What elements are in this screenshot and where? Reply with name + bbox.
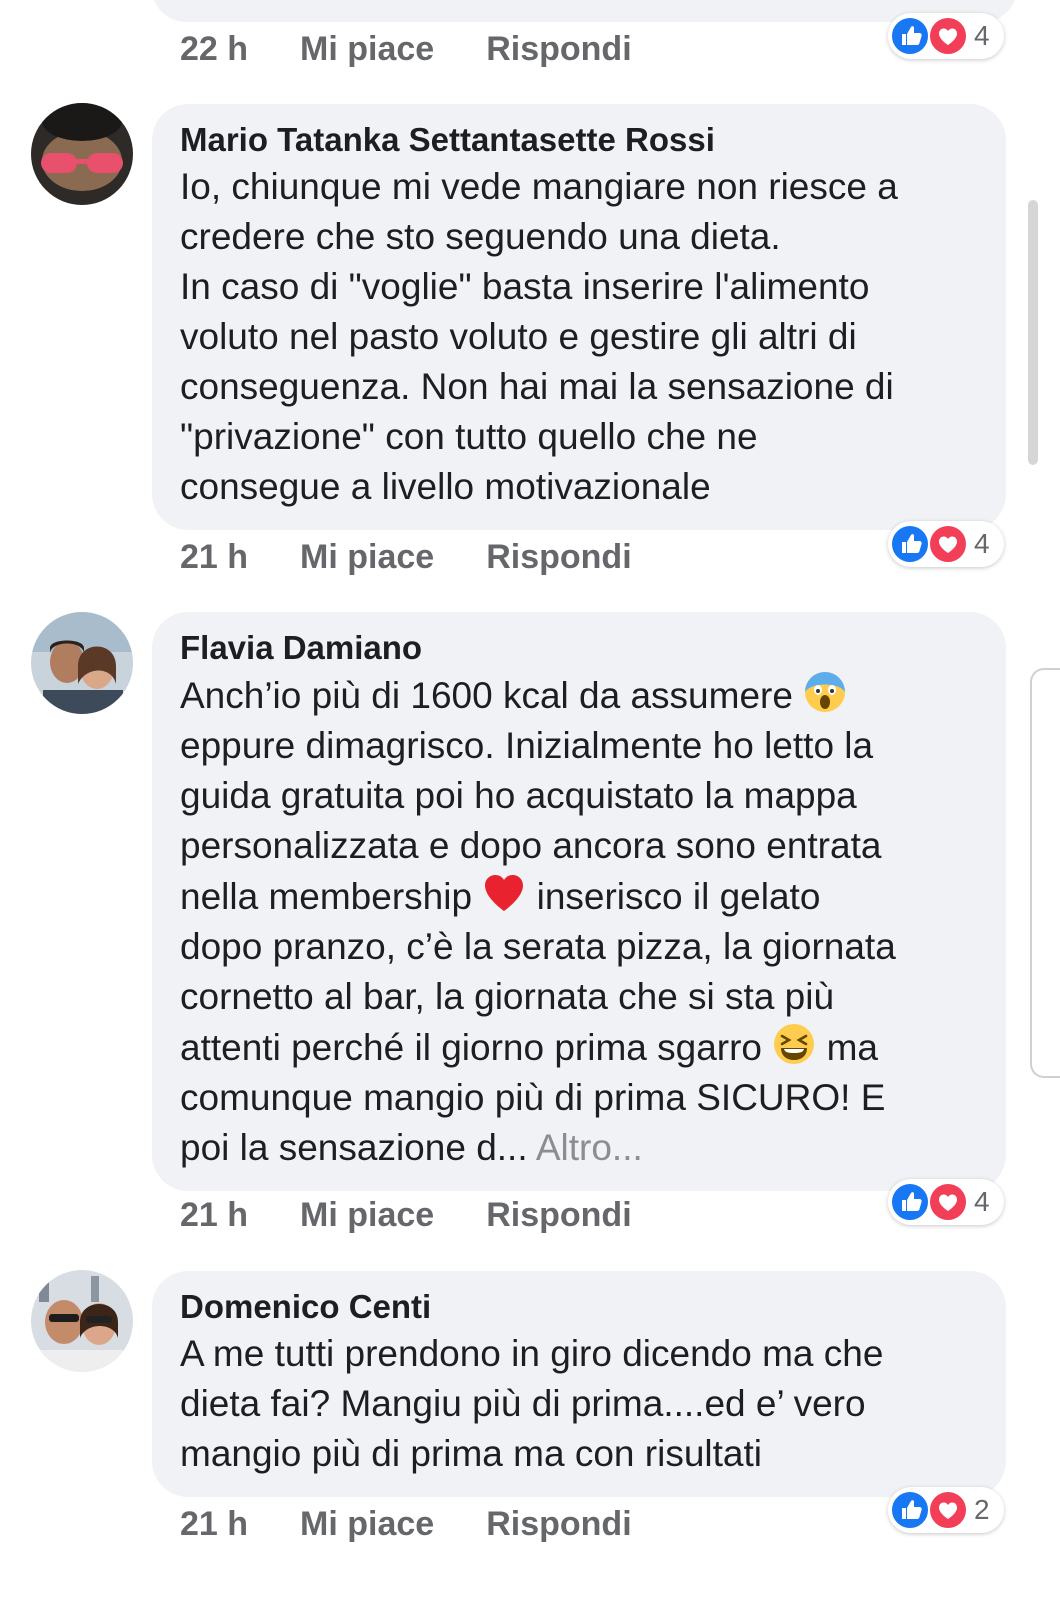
comment-author[interactable]: Domenico Centi: [180, 1285, 972, 1329]
avatar[interactable]: [31, 103, 133, 205]
thumbs-up-icon: [890, 16, 930, 56]
previous-comment-bubble: [152, 0, 1017, 22]
reply-button[interactable]: Rispondi: [486, 1505, 631, 1544]
avatar[interactable]: [31, 1270, 133, 1372]
comment-time: 21 h: [180, 1504, 249, 1543]
comment-actions: 21 h Mi piace Rispondi: [180, 1190, 632, 1240]
reactions-summary[interactable]: 2: [888, 1487, 1004, 1533]
like-button[interactable]: Mi piace: [300, 538, 434, 577]
reaction-count: 4: [974, 20, 990, 51]
like-button[interactable]: Mi piace: [300, 1196, 434, 1235]
comment-bubble: Domenico Centi A me tutti prendono in gi…: [152, 1271, 1006, 1497]
reactions-summary[interactable]: 4: [888, 521, 1004, 567]
comment-actions: 22 h Mi piace Rispondi: [180, 24, 632, 74]
like-button[interactable]: Mi piace: [300, 1505, 434, 1544]
comment-time: 21 h: [180, 537, 249, 576]
reply-button[interactable]: Rispondi: [486, 30, 631, 69]
comment-text: A me tutti prendono in giro dicendo ma c…: [180, 1333, 884, 1474]
thumbs-up-icon: [890, 524, 930, 564]
side-panel-edge: [1030, 668, 1060, 1078]
thumbs-up-icon: [890, 1490, 930, 1530]
reaction-count: 4: [974, 1186, 990, 1217]
comment-text: Anch’io più di 1600 kcal da assumere epp…: [180, 670, 972, 1173]
reaction-count: 2: [974, 1494, 990, 1525]
reactions-summary[interactable]: 4: [888, 1179, 1004, 1225]
comment-bubble: Mario Tatanka Settantasette Rossi Io, ch…: [152, 104, 1006, 530]
see-more-link[interactable]: Altro...: [536, 1127, 643, 1168]
face-screaming-emoji: [805, 672, 846, 712]
heart-icon: [928, 16, 968, 56]
like-button[interactable]: Mi piace: [300, 30, 434, 69]
grinning-squinting-emoji: [774, 1024, 815, 1064]
red-heart-emoji: [485, 875, 524, 911]
heart-icon: [928, 524, 968, 564]
reply-button[interactable]: Rispondi: [486, 538, 631, 577]
comment-text-part: Anch’io più di 1600 kcal da assumere: [180, 675, 804, 716]
reactions-summary[interactable]: 4: [888, 13, 1004, 59]
thumbs-up-icon: [890, 1182, 930, 1222]
comment-time: 21 h: [180, 1195, 249, 1234]
comment-text: Io, chiunque mi vede mangiare non riesce…: [180, 166, 898, 507]
scrollbar[interactable]: [1028, 200, 1038, 465]
comment-actions: 21 h Mi piace Rispondi: [180, 532, 632, 582]
reaction-count: 4: [974, 528, 990, 559]
comment-bubble: Flavia Damiano Anch’io più di 1600 kcal …: [152, 612, 1006, 1191]
comment-author[interactable]: Mario Tatanka Settantasette Rossi: [180, 118, 972, 162]
reply-button[interactable]: Rispondi: [486, 1196, 631, 1235]
heart-icon: [928, 1182, 968, 1222]
comment-author[interactable]: Flavia Damiano: [180, 626, 972, 670]
comment-actions: 21 h Mi piace Rispondi: [180, 1499, 632, 1549]
heart-icon: [928, 1490, 968, 1530]
comment-time: 22 h: [180, 29, 249, 68]
avatar[interactable]: [31, 612, 133, 714]
